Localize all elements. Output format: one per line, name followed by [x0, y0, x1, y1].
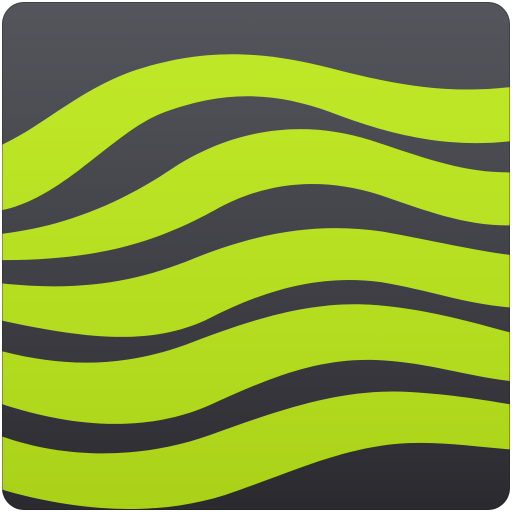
waves-icon [2, 2, 510, 510]
wave-group [2, 2, 510, 510]
app-icon[interactable] [0, 0, 512, 512]
